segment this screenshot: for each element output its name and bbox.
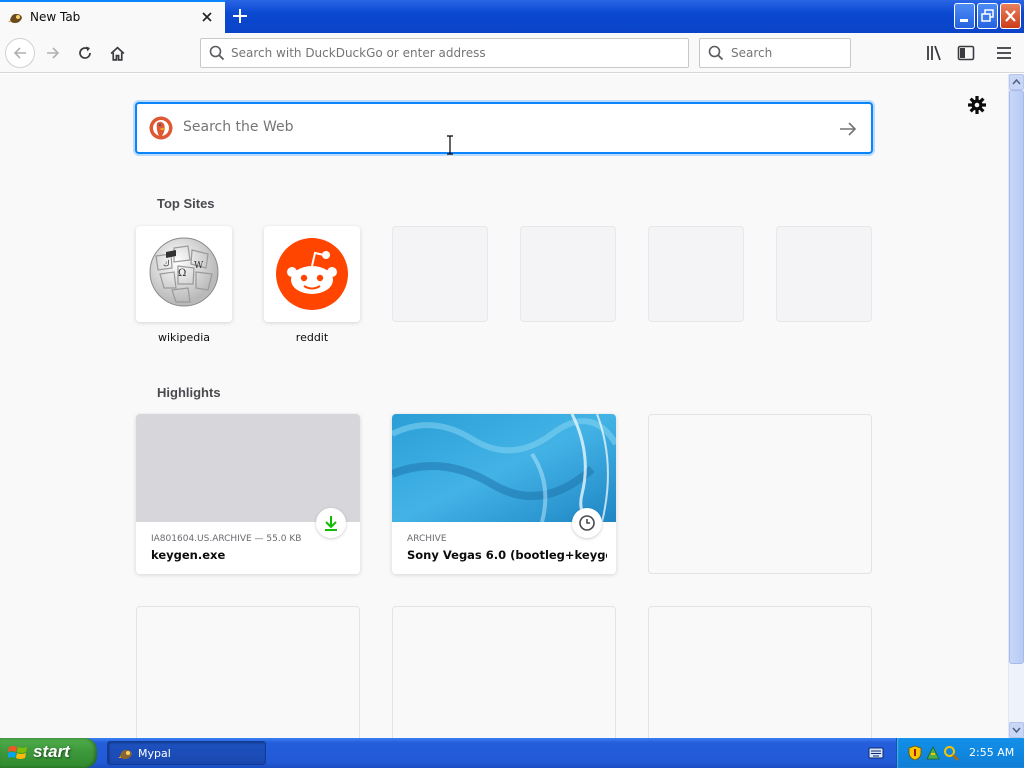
- vertical-scrollbar[interactable]: [1008, 74, 1024, 738]
- chevron-down-icon: [1012, 727, 1021, 734]
- reload-button[interactable]: [71, 39, 99, 67]
- keyboard-icon[interactable]: [868, 746, 884, 760]
- start-button[interactable]: start: [0, 738, 97, 768]
- taskbar-item-label: Mypal: [138, 747, 171, 760]
- top-site-label-reddit: reddit: [295, 331, 329, 344]
- home-button[interactable]: [103, 39, 131, 67]
- scroll-down-button[interactable]: [1009, 722, 1024, 738]
- forward-arrow-icon: [47, 47, 60, 59]
- highlight-thumbnail: [136, 414, 360, 522]
- back-button[interactable]: [5, 38, 35, 68]
- system-tray: 2:55 AM: [896, 738, 1024, 768]
- svg-text:ك: ك: [163, 259, 170, 268]
- highlight-card-keygen[interactable]: IA801604.US.ARCHIVE — 55.0 KB keygen.exe: [136, 414, 360, 574]
- navigation-toolbar: [0, 33, 1024, 73]
- new-tab-page: Top Sites Ω W ك wikipedia: [0, 74, 1008, 738]
- web-search-input[interactable]: [183, 119, 783, 135]
- search-input[interactable]: [731, 46, 841, 60]
- clock-icon: [579, 515, 595, 531]
- search-icon: [708, 45, 724, 61]
- security-shield-icon[interactable]: [907, 745, 923, 761]
- top-site-empty[interactable]: [520, 226, 616, 322]
- highlight-thumbnail: [392, 414, 616, 522]
- mypal-icon: [8, 13, 22, 23]
- minimize-button[interactable]: [954, 3, 975, 29]
- close-icon: [1005, 10, 1016, 22]
- download-icon: [325, 516, 337, 531]
- address-bar[interactable]: [200, 38, 689, 68]
- highlight-card-empty: [136, 606, 360, 738]
- duckduckgo-logo-icon: [149, 116, 173, 140]
- start-label: start: [33, 742, 70, 761]
- reload-icon: [79, 46, 91, 59]
- highlight-card-empty: [648, 414, 872, 574]
- scroll-up-button[interactable]: [1009, 74, 1024, 90]
- arrow-right-icon[interactable]: [837, 118, 859, 140]
- mypal-icon: [118, 749, 132, 759]
- hamburger-menu-icon[interactable]: [994, 43, 1014, 63]
- web-search-box[interactable]: [135, 102, 873, 154]
- top-site-reddit[interactable]: [264, 226, 360, 322]
- top-sites-heading: Top Sites: [157, 196, 215, 211]
- tab-title: New Tab: [30, 10, 81, 24]
- network-icon[interactable]: [925, 745, 941, 761]
- highlight-card-empty: [648, 606, 872, 738]
- restore-icon: [981, 9, 994, 22]
- highlight-card-sony-vegas[interactable]: ARCHIVE Sony Vegas 6.0 (bootleg+keyge...: [392, 414, 616, 574]
- top-site-empty[interactable]: [392, 226, 488, 322]
- close-tab-icon[interactable]: [199, 9, 215, 25]
- highlight-title: Sony Vegas 6.0 (bootleg+keyge...: [407, 548, 607, 562]
- highlight-badge: [316, 508, 346, 538]
- top-site-wikipedia[interactable]: Ω W ك: [136, 226, 232, 322]
- wikipedia-logo-icon: Ω W ك: [149, 237, 219, 307]
- close-window-button[interactable]: [1000, 3, 1021, 29]
- back-arrow-icon: [13, 47, 26, 59]
- highlight-title: keygen.exe: [151, 548, 226, 562]
- tab-new-tab[interactable]: New Tab: [0, 0, 225, 33]
- gear-icon[interactable]: [967, 95, 987, 115]
- svg-text:Ω: Ω: [178, 268, 186, 279]
- top-site-label-wikipedia: wikipedia: [157, 331, 210, 344]
- search-icon[interactable]: [943, 745, 959, 761]
- library-icon[interactable]: [924, 43, 944, 63]
- search-bar[interactable]: [699, 38, 851, 68]
- chevron-up-icon: [1012, 78, 1021, 85]
- home-icon: [110, 46, 124, 61]
- clock: 2:55 AM: [969, 746, 1015, 759]
- highlight-source: ARCHIVE: [407, 534, 447, 544]
- windows-logo-icon: [8, 746, 27, 759]
- taskbar: start Mypal 2:55 AM: [0, 738, 1024, 768]
- taskbar-item-mypal[interactable]: Mypal: [107, 741, 266, 765]
- top-site-empty[interactable]: [776, 226, 872, 322]
- forward-button[interactable]: [39, 39, 67, 67]
- address-input[interactable]: [231, 46, 671, 60]
- title-bar: New Tab: [0, 0, 1024, 33]
- text-cursor-icon: [447, 135, 453, 155]
- sidebar-icon[interactable]: [956, 43, 976, 63]
- minimize-icon: [960, 19, 968, 22]
- new-tab-icon[interactable]: [229, 5, 251, 27]
- search-icon: [209, 45, 225, 61]
- top-site-empty[interactable]: [648, 226, 744, 322]
- highlight-card-empty: [392, 606, 616, 738]
- svg-text:W: W: [194, 261, 204, 271]
- highlights-heading: Highlights: [157, 385, 221, 400]
- highlight-source: IA801604.US.ARCHIVE — 55.0 KB: [151, 534, 302, 544]
- highlight-badge: [572, 508, 602, 538]
- scroll-thumb[interactable]: [1009, 90, 1024, 664]
- restore-button[interactable]: [977, 3, 998, 29]
- reddit-logo-icon: [276, 238, 348, 310]
